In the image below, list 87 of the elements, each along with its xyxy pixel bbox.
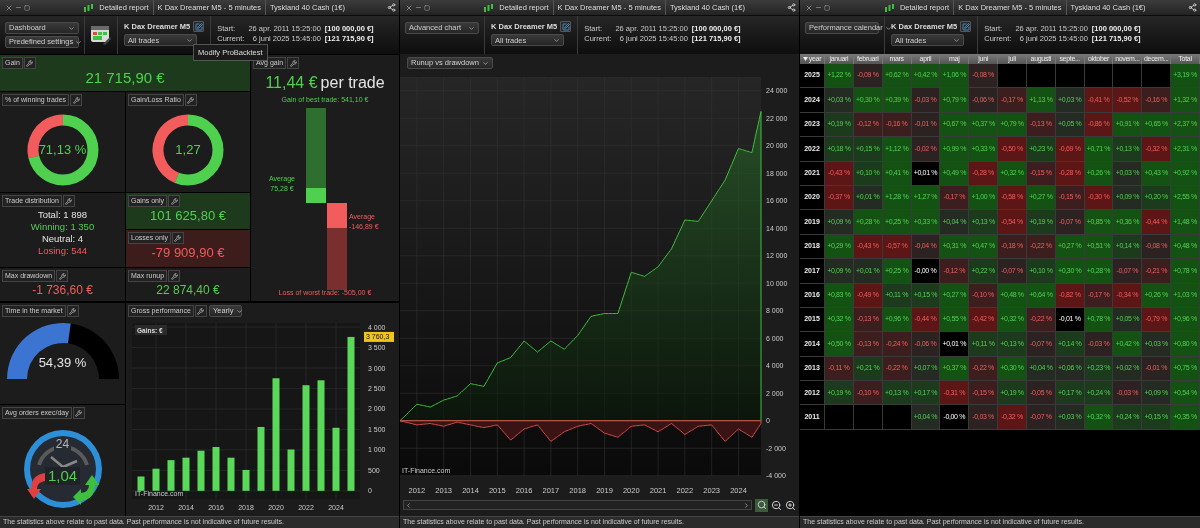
chevron-down-icon (186, 36, 193, 44)
edit-button[interactable] (560, 21, 572, 33)
share-icon[interactable] (387, 3, 396, 12)
chevron-down-icon (482, 59, 489, 67)
chevron-down-icon (553, 36, 560, 44)
settings-button[interactable] (72, 407, 85, 419)
bar (287, 449, 295, 491)
wrench-icon (170, 197, 178, 205)
settings-button[interactable] (184, 94, 197, 106)
candlestick-icon (84, 3, 94, 12)
minimize-icon[interactable] (15, 4, 22, 11)
chevron-down-icon (884, 24, 892, 32)
bar (167, 460, 175, 491)
edit-icon (561, 22, 570, 31)
avg-gain-unit: per trade (320, 73, 385, 93)
gain-value: 21 715,90 € (84, 68, 166, 88)
zoom-fit-button[interactable] (755, 498, 768, 512)
wrench-icon (174, 234, 182, 242)
max-runup-value: 22 874,40 € (155, 282, 221, 299)
donut-value: 71,13 % (38, 141, 87, 160)
share-icon[interactable] (787, 3, 796, 12)
minimize-icon[interactable] (415, 4, 422, 11)
bar (182, 457, 190, 491)
wrench-icon (58, 272, 66, 280)
settings-button[interactable] (66, 305, 79, 317)
maximize-icon[interactable] (424, 4, 430, 11)
edit-button[interactable] (193, 21, 205, 33)
close-icon[interactable] (5, 3, 13, 12)
edit-icon (194, 22, 203, 31)
bar (152, 468, 160, 491)
chevron-down-icon (468, 24, 475, 32)
settings-button[interactable] (70, 94, 83, 106)
wrench-icon (289, 59, 297, 67)
distribution-line: Neutral: 4 (41, 233, 84, 245)
candlestick-icon (884, 3, 894, 12)
bar (227, 457, 235, 491)
settings-button[interactable] (168, 195, 181, 207)
distribution-line: Total: 1 898 (37, 209, 88, 221)
settings-button[interactable] (23, 57, 36, 69)
maximize-icon[interactable] (24, 4, 30, 11)
orders-value: 1,04 (44, 467, 81, 485)
report-settings-icon[interactable] (90, 24, 112, 46)
close-icon[interactable] (805, 3, 813, 12)
distribution-line: Winning: 1 350 (30, 221, 95, 233)
share-icon[interactable] (1188, 3, 1197, 12)
chevron-right-icon[interactable] (743, 501, 750, 509)
sort-icon (802, 57, 808, 61)
wrench-icon (65, 197, 73, 205)
wrench-icon (72, 96, 80, 104)
edit-button[interactable] (960, 21, 972, 33)
avg-gain-value: 11,44 € (265, 73, 318, 93)
chevron-down-icon (953, 36, 960, 44)
donut-value: 1,27 (175, 141, 201, 160)
bar (332, 427, 340, 491)
wrench-icon (69, 307, 77, 315)
minimize-icon[interactable] (815, 4, 822, 11)
wrench-icon (187, 96, 195, 104)
candlestick-icon (484, 3, 494, 12)
bar (257, 426, 265, 491)
settings-button[interactable] (171, 232, 184, 244)
chevron-left-icon[interactable] (405, 501, 412, 509)
zoom-out-icon[interactable] (771, 499, 782, 511)
search-icon (756, 500, 767, 510)
chevron-down-icon (235, 307, 243, 315)
settings-button[interactable] (287, 57, 300, 69)
bar (197, 450, 205, 491)
losses-only-value: -79 909,90 € (150, 244, 226, 262)
bar (242, 469, 250, 491)
bar (137, 476, 145, 491)
settings-button[interactable] (194, 305, 207, 317)
edit-icon (961, 22, 970, 31)
max-drawdown-value: -1 736,60 € (31, 282, 94, 299)
wrench-icon (26, 59, 34, 67)
settings-button[interactable] (56, 270, 69, 282)
close-icon[interactable] (405, 3, 413, 12)
horizontal-scrollbar[interactable] (403, 500, 752, 510)
wrench-icon (197, 307, 205, 315)
settings-button[interactable] (168, 270, 181, 282)
wrench-icon (170, 272, 178, 280)
bar (212, 447, 220, 491)
gains-only-value: 101 625,80 € (149, 207, 227, 225)
distribution-line: Losing: 544 (37, 245, 88, 257)
maximize-icon[interactable] (824, 4, 830, 11)
zoom-in-icon[interactable] (785, 499, 796, 511)
gauge-value: 54,39 % (38, 354, 87, 372)
wrench-icon (75, 409, 83, 417)
settings-button[interactable] (62, 195, 75, 207)
